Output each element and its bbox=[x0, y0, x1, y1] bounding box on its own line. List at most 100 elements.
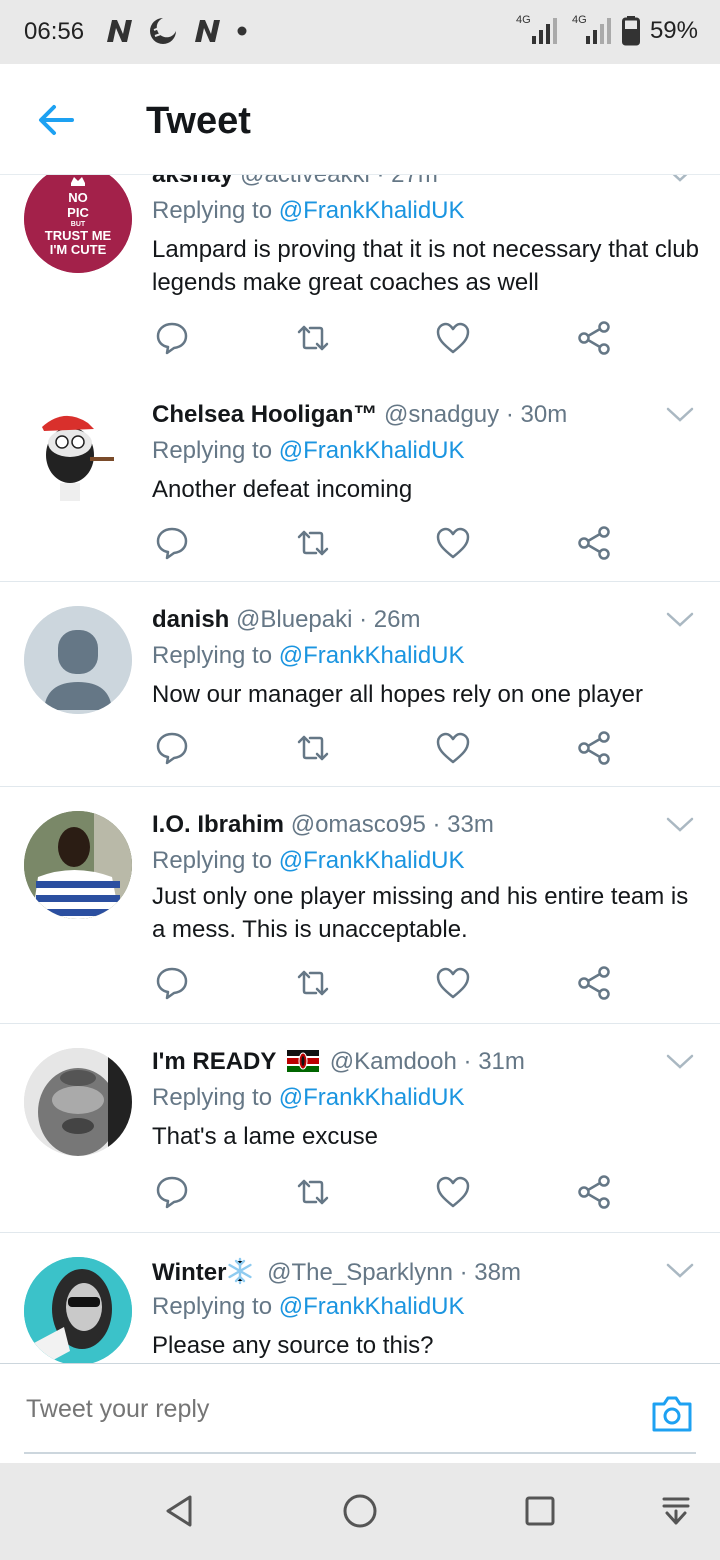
share-icon[interactable] bbox=[576, 320, 612, 356]
reply-input[interactable] bbox=[24, 1394, 628, 1425]
avatar-text-5: I'M CUTE bbox=[50, 242, 107, 257]
like-icon[interactable] bbox=[435, 730, 471, 766]
display-name[interactable]: I'm READY bbox=[152, 1048, 276, 1075]
handle[interactable]: @snadguy bbox=[384, 401, 499, 428]
status-right: 4G 4G 59% bbox=[514, 14, 698, 48]
kenya-flag-icon bbox=[287, 1050, 320, 1072]
chevron-down-icon[interactable] bbox=[666, 817, 694, 833]
tweet-actions bbox=[152, 965, 632, 1001]
avatar[interactable] bbox=[24, 811, 132, 919]
share-icon[interactable] bbox=[576, 1174, 612, 1210]
reply-icon[interactable] bbox=[154, 1174, 190, 1210]
tweet-item[interactable]: Chelsea Hooligan™ @snadguy · 30m Replyin… bbox=[0, 377, 720, 582]
tweet-item[interactable]: I'm READY @Kamdooh · 31m Replying to @Fr… bbox=[0, 1024, 720, 1233]
chevron-down-icon[interactable] bbox=[666, 1263, 694, 1279]
like-icon[interactable] bbox=[435, 1174, 471, 1210]
app-n-icon bbox=[107, 20, 132, 42]
tweet-actions bbox=[152, 320, 632, 356]
signal-2-icon: 4G bbox=[568, 14, 612, 48]
tweet-header: akshay @activeakki · 27m bbox=[152, 175, 438, 189]
tweet-actions bbox=[152, 1174, 632, 1210]
system-nav-bar bbox=[0, 1463, 720, 1560]
page-title: Tweet bbox=[146, 100, 251, 142]
display-name[interactable]: I.O. Ibrahim bbox=[152, 811, 284, 838]
chevron-down-icon[interactable] bbox=[666, 1054, 694, 1070]
signal-1-icon: 4G bbox=[514, 14, 558, 48]
tweet-item[interactable]: NO PIC BUT TRUST ME I'M CUTE akshay @act… bbox=[0, 175, 720, 378]
tweet-text: Please any source to this? bbox=[152, 1332, 434, 1359]
arrow-left-icon[interactable] bbox=[36, 100, 76, 140]
meta-separator: · bbox=[459, 1259, 468, 1286]
avatar[interactable] bbox=[24, 1257, 132, 1363]
avatar-text-4: TRUST ME bbox=[45, 228, 112, 243]
retweet-icon[interactable] bbox=[295, 525, 331, 561]
chevron-down-icon[interactable] bbox=[666, 407, 694, 423]
display-name[interactable]: danish bbox=[152, 606, 229, 633]
display-name[interactable]: Winter bbox=[152, 1259, 226, 1286]
avatar-text-1: NO bbox=[68, 190, 88, 205]
tweet-item[interactable]: I.O. Ibrahim @omasco95 · 33m Replying to… bbox=[0, 787, 720, 1024]
app-n-icon-2 bbox=[195, 20, 220, 42]
reply-icon[interactable] bbox=[154, 965, 190, 1001]
handle[interactable]: @The_Sparklynn bbox=[267, 1259, 453, 1286]
reply-icon[interactable] bbox=[154, 525, 190, 561]
chevron-down-icon[interactable] bbox=[666, 175, 694, 183]
meta-separator: · bbox=[432, 811, 441, 838]
tweet-item[interactable]: Winter @The_Sparklynn · 38m Replying to … bbox=[0, 1233, 720, 1363]
replying-to: Replying to @FrankKhalidUK bbox=[152, 847, 465, 875]
retweet-icon[interactable] bbox=[295, 320, 331, 356]
timestamp: 27m bbox=[391, 175, 438, 188]
retweet-icon[interactable] bbox=[295, 730, 331, 766]
like-icon[interactable] bbox=[435, 525, 471, 561]
battery-icon bbox=[621, 16, 640, 46]
avatar[interactable] bbox=[24, 1048, 132, 1156]
handle[interactable]: @activeakki bbox=[240, 175, 370, 188]
handle[interactable]: @omasco95 bbox=[291, 811, 426, 838]
display-name[interactable]: Chelsea Hooligan™ bbox=[152, 401, 377, 428]
mention-link[interactable]: @FrankKhalidUK bbox=[279, 1293, 465, 1320]
notification-pull-icon[interactable] bbox=[656, 1491, 696, 1531]
app-moon-icon bbox=[150, 18, 176, 44]
retweet-icon[interactable] bbox=[295, 1174, 331, 1210]
home-circle-icon[interactable] bbox=[340, 1491, 380, 1531]
avatar[interactable] bbox=[24, 606, 132, 714]
tweet-header: danish @Bluepaki · 26m bbox=[152, 606, 420, 634]
display-name[interactable]: akshay bbox=[152, 175, 233, 188]
tweet-actions bbox=[152, 525, 632, 561]
retweet-icon[interactable] bbox=[295, 965, 331, 1001]
reply-icon[interactable] bbox=[154, 320, 190, 356]
chevron-down-icon[interactable] bbox=[666, 612, 694, 628]
meta-separator: · bbox=[505, 401, 514, 428]
share-icon[interactable] bbox=[576, 525, 612, 561]
handle[interactable]: @Kamdooh bbox=[330, 1048, 457, 1075]
avatar[interactable] bbox=[24, 397, 132, 505]
reply-icon[interactable] bbox=[154, 730, 190, 766]
reply-composer bbox=[0, 1363, 720, 1464]
mention-link[interactable]: @FrankKhalidUK bbox=[279, 197, 465, 224]
mention-link[interactable]: @FrankKhalidUK bbox=[279, 437, 465, 464]
meta-separator: · bbox=[359, 606, 368, 633]
header: Tweet bbox=[0, 64, 720, 175]
share-icon[interactable] bbox=[576, 965, 612, 1001]
reply-feed[interactable]: NO PIC BUT TRUST ME I'M CUTE akshay @act… bbox=[0, 175, 720, 1363]
back-triangle-icon[interactable] bbox=[160, 1491, 200, 1531]
battery-percent: 59% bbox=[649, 17, 698, 44]
handle[interactable]: @Bluepaki bbox=[236, 606, 352, 633]
tweet-text: Lampard is proving that it is not necess… bbox=[152, 236, 699, 296]
replying-label: Replying to bbox=[152, 847, 273, 874]
status-time: 06:56 bbox=[24, 18, 85, 45]
replying-label: Replying to bbox=[152, 437, 273, 464]
replying-to: Replying to @FrankKhalidUK bbox=[152, 197, 465, 225]
tweet-item[interactable]: danish @Bluepaki · 26m Replying to @Fran… bbox=[0, 582, 720, 787]
timestamp: 30m bbox=[520, 401, 568, 428]
mention-link[interactable]: @FrankKhalidUK bbox=[279, 1084, 465, 1111]
camera-icon[interactable] bbox=[650, 1394, 694, 1434]
mention-link[interactable]: @FrankKhalidUK bbox=[279, 642, 465, 669]
recents-square-icon[interactable] bbox=[520, 1491, 560, 1531]
like-icon[interactable] bbox=[435, 320, 471, 356]
replying-label: Replying to bbox=[152, 1293, 273, 1320]
mention-link[interactable]: @FrankKhalidUK bbox=[279, 847, 465, 874]
share-icon[interactable] bbox=[576, 730, 612, 766]
avatar[interactable]: NO PIC BUT TRUST ME I'M CUTE bbox=[24, 175, 132, 273]
like-icon[interactable] bbox=[435, 965, 471, 1001]
